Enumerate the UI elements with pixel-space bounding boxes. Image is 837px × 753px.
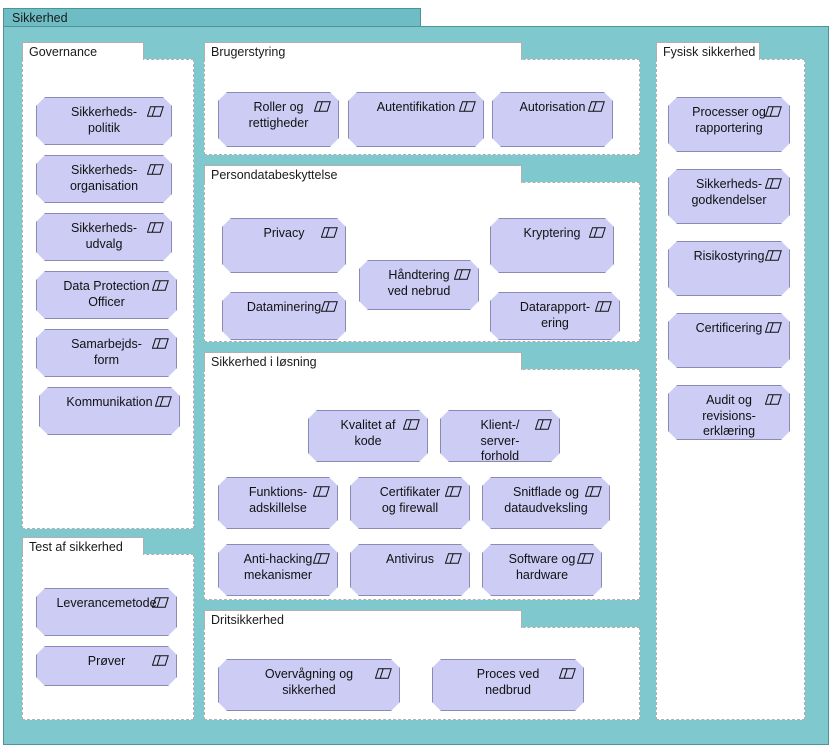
element-label: Sikkerheds- organisation: [69, 163, 139, 193]
element-box[interactable]: Sikkerheds- organisation: [36, 155, 172, 203]
group-fysisk-sikkerhed[interactable]: Fysisk sikkerhed Processer og rapporterin…: [656, 42, 805, 720]
element-box[interactable]: Certifikater og firewall: [350, 477, 470, 529]
element-box[interactable]: Privacy: [222, 218, 346, 273]
group-brugerstyring[interactable]: Brugerstyring Roller og rettigheder Autent…: [204, 42, 640, 155]
element-label: Privacy: [263, 226, 305, 240]
element-box[interactable]: Prøver: [36, 646, 177, 686]
element-box[interactable]: Audit og revisions- erklæring: [668, 385, 790, 440]
element-label: Kommunikation: [66, 395, 153, 409]
element-label: Processer og rapportering: [692, 105, 766, 135]
element-box[interactable]: Sikkerheds- udvalg: [36, 213, 172, 261]
element-label: Sikkerheds- politik: [71, 105, 137, 135]
group-title-persondatabeskyttelse: Persondatabeskyttelse: [211, 168, 338, 182]
element-box[interactable]: Funktions- adskillelse: [218, 477, 338, 529]
element-box[interactable]: Proces ved nedbrud: [432, 659, 584, 711]
group-test-af-sikkerhed[interactable]: Test af sikkerhed Leverancemetode Prøver: [22, 537, 194, 720]
element-label: Funktions- adskillelse: [248, 485, 308, 515]
group-title-dritsikkerhed: Dritsikkerhed: [211, 613, 284, 627]
capability-icon: [152, 655, 169, 666]
element-label: Roller og rettigheder: [248, 100, 309, 130]
group-tab-dritsikkerhed[interactable]: Dritsikkerhed: [204, 610, 522, 628]
element-label: Data Protection Officer: [63, 279, 150, 309]
element-box[interactable]: Roller og rettigheder: [218, 92, 339, 147]
element-label: Autorisation: [519, 100, 586, 114]
group-tab-fysisk-sikkerhed[interactable]: Fysisk sikkerhed: [656, 42, 760, 60]
element-label: Risikostyring: [693, 249, 765, 263]
element-box[interactable]: Certificering: [668, 313, 790, 368]
element-box[interactable]: Klient-/ server- forhold: [440, 410, 560, 462]
element-label: Håndtering ved nebrud: [387, 268, 451, 298]
group-sikkerhed-i-losning[interactable]: Sikkerhed i løsning Kvalitet af kode Klien…: [204, 352, 640, 600]
outer-group-tab[interactable]: Sikkerhed: [3, 8, 421, 27]
group-title-sikkerhed-i-losning: Sikkerhed i løsning: [211, 355, 317, 369]
element-box[interactable]: Håndtering ved nebrud: [359, 260, 479, 310]
element-box[interactable]: Sikkerheds- godkendelser: [668, 169, 790, 224]
element-label: Datarapport- ering: [519, 300, 591, 330]
element-box[interactable]: Snitflade og dataudveksling: [482, 477, 610, 529]
element-label: Klient-/ server- forhold: [480, 418, 520, 463]
element-label: Overvågning og sikkerhed: [264, 667, 354, 697]
element-label: Software og hardware: [508, 552, 576, 582]
element-box[interactable]: Kommunikation: [39, 387, 180, 435]
group-dritsikkerhed[interactable]: Dritsikkerhed Overvågning og sikkerhed Pro…: [204, 610, 640, 720]
element-box[interactable]: Sikkerheds- politik: [36, 97, 172, 145]
group-governance[interactable]: Governance Sikkerheds- politik Sikkerheds-…: [22, 42, 194, 529]
element-box[interactable]: Overvågning og sikkerhed: [218, 659, 400, 711]
element-box[interactable]: Datarapport- ering: [490, 292, 620, 340]
element-label: Autentifikation: [376, 100, 456, 114]
element-box[interactable]: Leverancemetode: [36, 588, 177, 636]
element-label: Audit og revisions- erklæring: [702, 393, 756, 438]
group-tab-governance[interactable]: Governance: [22, 42, 144, 60]
element-label: Leverancemetode: [56, 596, 157, 610]
element-box[interactable]: Autorisation: [492, 92, 613, 147]
group-persondatabeskyttelse[interactable]: Persondatabeskyttelse Privacy Kryptering Hå…: [204, 165, 640, 342]
element-box[interactable]: Risikostyring: [668, 241, 790, 296]
element-label: Certificering: [695, 321, 763, 335]
element-box[interactable]: Processer og rapportering: [668, 97, 790, 152]
group-title-test-af-sikkerhed: Test af sikkerhed: [29, 540, 123, 554]
element-label: Sikkerheds- udvalg: [71, 221, 137, 251]
element-label: Certifikater og firewall: [379, 485, 441, 515]
element-box[interactable]: Data Protection Officer: [36, 271, 177, 319]
element-box[interactable]: Software og hardware: [482, 544, 602, 596]
group-tab-sikkerhed-i-losning[interactable]: Sikkerhed i løsning: [204, 352, 522, 370]
group-title-fysisk-sikkerhed: Fysisk sikkerhed: [663, 45, 756, 59]
element-box[interactable]: Dataminering: [222, 292, 346, 340]
element-label: Sikkerheds- godkendelser: [691, 177, 767, 207]
group-tab-brugerstyring[interactable]: Brugerstyring: [204, 42, 522, 60]
element-label: Kryptering: [523, 226, 581, 240]
element-label: Dataminering: [246, 300, 322, 314]
element-box[interactable]: Samarbejds-form: [36, 329, 177, 377]
element-box[interactable]: Autentifikation: [348, 92, 484, 147]
element-box[interactable]: Kvalitet af kode: [308, 410, 428, 462]
group-body-test-af-sikkerhed: [22, 554, 194, 720]
element-box[interactable]: Antivirus: [350, 544, 470, 596]
diagram-canvas: Sikkerhed Governance Sikkerheds- politik S…: [0, 0, 837, 753]
element-label: Kvalitet af kode: [340, 418, 396, 448]
element-label: Prøver: [87, 654, 126, 668]
element-label: Antivirus: [386, 552, 434, 566]
group-title-brugerstyring: Brugerstyring: [211, 45, 286, 59]
group-tab-persondatabeskyttelse[interactable]: Persondatabeskyttelse: [204, 165, 522, 183]
group-tab-test-af-sikkerhed[interactable]: Test af sikkerhed: [22, 537, 144, 555]
element-label: Samarbejds-form: [71, 337, 142, 367]
outer-group-title: Sikkerhed: [12, 11, 68, 25]
element-box[interactable]: Anti-hacking mekanismer: [218, 544, 338, 596]
group-title-governance: Governance: [29, 45, 98, 59]
element-label: Anti-hacking mekanismer: [243, 552, 313, 582]
element-label: Proces ved nedbrud: [476, 667, 540, 697]
element-label: Snitflade og dataudveksling: [504, 485, 588, 515]
element-box[interactable]: Kryptering: [490, 218, 614, 273]
